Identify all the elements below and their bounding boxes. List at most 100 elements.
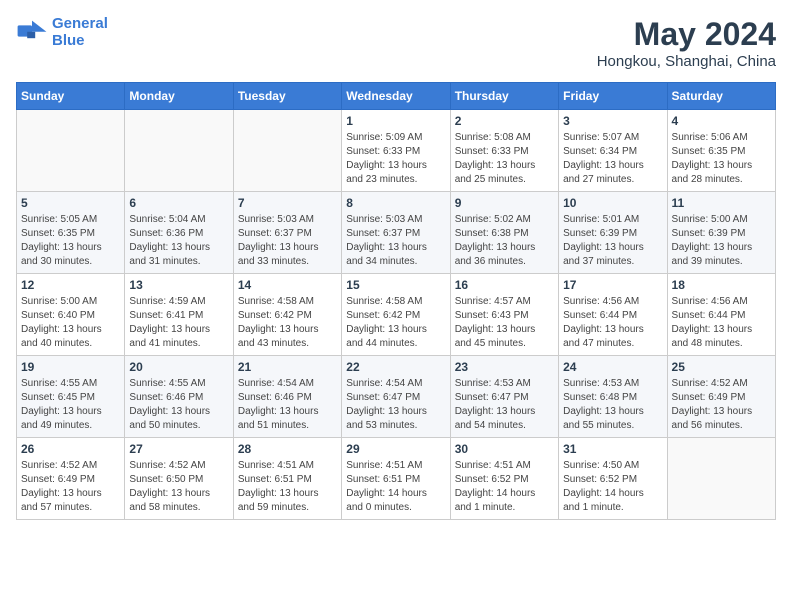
day-number: 28 <box>238 442 337 456</box>
header-friday: Friday <box>559 83 667 110</box>
calendar-cell: 17 Sunrise: 4:56 AM Sunset: 6:44 PM Dayli… <box>559 274 667 356</box>
day-info: Sunrise: 4:51 AM Sunset: 6:51 PM Dayligh… <box>238 459 337 515</box>
day-number: 27 <box>129 442 228 456</box>
day-number: 4 <box>672 114 771 128</box>
day-number: 21 <box>238 360 337 374</box>
day-number: 26 <box>21 442 120 456</box>
day-info: Sunrise: 5:09 AM Sunset: 6:33 PM Dayligh… <box>346 131 445 187</box>
day-info: Sunrise: 5:05 AM Sunset: 6:35 PM Dayligh… <box>21 213 120 269</box>
calendar-cell <box>17 110 125 192</box>
subtitle: Hongkou, Shanghai, China <box>597 53 776 70</box>
main-title: May 2024 <box>597 16 776 53</box>
day-info: Sunrise: 4:53 AM Sunset: 6:47 PM Dayligh… <box>455 377 554 433</box>
calendar-cell: 16 Sunrise: 4:57 AM Sunset: 6:43 PM Dayli… <box>450 274 558 356</box>
logo-text: General Blue <box>52 16 108 49</box>
day-info: Sunrise: 5:03 AM Sunset: 6:37 PM Dayligh… <box>346 213 445 269</box>
calendar-cell: 3 Sunrise: 5:07 AM Sunset: 6:34 PM Daylig… <box>559 110 667 192</box>
day-number: 19 <box>21 360 120 374</box>
day-info: Sunrise: 5:00 AM Sunset: 6:39 PM Dayligh… <box>672 213 771 269</box>
day-info: Sunrise: 4:52 AM Sunset: 6:49 PM Dayligh… <box>21 459 120 515</box>
day-number: 1 <box>346 114 445 128</box>
day-number: 15 <box>346 278 445 292</box>
calendar-cell: 6Sunrise: 5:04 AM Sunset: 6:36 PM Daylig… <box>125 192 233 274</box>
day-number: 31 <box>563 442 662 456</box>
header-monday: Monday <box>125 83 233 110</box>
day-number: 13 <box>129 278 228 292</box>
page-header: General Blue May 2024 Hongkou, Shanghai,… <box>16 16 776 70</box>
day-info: Sunrise: 4:56 AM Sunset: 6:44 PM Dayligh… <box>563 295 662 351</box>
calendar-week-5: 26 Sunrise: 4:52 AM Sunset: 6:49 PM Dayli… <box>17 438 776 520</box>
day-number: 25 <box>672 360 771 374</box>
day-number: 16 <box>455 278 554 292</box>
calendar-cell: 23 Sunrise: 4:53 AM Sunset: 6:47 PM Dayli… <box>450 356 558 438</box>
calendar-cell: 11 Sunrise: 5:00 AM Sunset: 6:39 PM Dayli… <box>667 192 775 274</box>
calendar-cell: 25 Sunrise: 4:52 AM Sunset: 6:49 PM Dayli… <box>667 356 775 438</box>
day-info: Sunrise: 5:07 AM Sunset: 6:34 PM Dayligh… <box>563 131 662 187</box>
header-saturday: Saturday <box>667 83 775 110</box>
day-number: 10 <box>563 196 662 210</box>
logo: General Blue <box>16 16 108 49</box>
day-number: 22 <box>346 360 445 374</box>
day-number: 11 <box>672 196 771 210</box>
calendar-cell: 12 Sunrise: 5:00 AM Sunset: 6:40 PM Dayli… <box>17 274 125 356</box>
calendar-week-4: 19Sunrise: 4:55 AM Sunset: 6:45 PM Dayli… <box>17 356 776 438</box>
day-info: Sunrise: 4:53 AM Sunset: 6:48 PM Dayligh… <box>563 377 662 433</box>
calendar-cell: 22 Sunrise: 4:54 AM Sunset: 6:47 PM Dayli… <box>342 356 450 438</box>
calendar-cell <box>667 438 775 520</box>
logo-icon <box>16 19 48 47</box>
day-info: Sunrise: 4:50 AM Sunset: 6:52 PM Dayligh… <box>563 459 662 515</box>
title-block: May 2024 Hongkou, Shanghai, China <box>597 16 776 70</box>
day-number: 18 <box>672 278 771 292</box>
day-number: 30 <box>455 442 554 456</box>
calendar-cell <box>125 110 233 192</box>
calendar-cell: 26 Sunrise: 4:52 AM Sunset: 6:49 PM Dayli… <box>17 438 125 520</box>
day-number: 23 <box>455 360 554 374</box>
calendar-cell <box>233 110 341 192</box>
calendar-cell: 5 Sunrise: 5:05 AM Sunset: 6:35 PM Daylig… <box>17 192 125 274</box>
day-info: Sunrise: 4:57 AM Sunset: 6:43 PM Dayligh… <box>455 295 554 351</box>
calendar-cell: 1 Sunrise: 5:09 AM Sunset: 6:33 PM Daylig… <box>342 110 450 192</box>
day-info: Sunrise: 5:00 AM Sunset: 6:40 PM Dayligh… <box>21 295 120 351</box>
calendar-cell: 8Sunrise: 5:03 AM Sunset: 6:37 PM Daylig… <box>342 192 450 274</box>
calendar-cell: 19Sunrise: 4:55 AM Sunset: 6:45 PM Dayli… <box>17 356 125 438</box>
day-info: Sunrise: 5:03 AM Sunset: 6:37 PM Dayligh… <box>238 213 337 269</box>
calendar-cell: 18Sunrise: 4:56 AM Sunset: 6:44 PM Dayli… <box>667 274 775 356</box>
calendar-week-1: 1 Sunrise: 5:09 AM Sunset: 6:33 PM Daylig… <box>17 110 776 192</box>
day-info: Sunrise: 4:54 AM Sunset: 6:46 PM Dayligh… <box>238 377 337 433</box>
calendar-cell: 28 Sunrise: 4:51 AM Sunset: 6:51 PM Dayli… <box>233 438 341 520</box>
calendar-cell: 4 Sunrise: 5:06 AM Sunset: 6:35 PM Daylig… <box>667 110 775 192</box>
header-thursday: Thursday <box>450 83 558 110</box>
calendar-cell: 27Sunrise: 4:52 AM Sunset: 6:50 PM Dayli… <box>125 438 233 520</box>
day-number: 29 <box>346 442 445 456</box>
header-wednesday: Wednesday <box>342 83 450 110</box>
day-info: Sunrise: 4:54 AM Sunset: 6:47 PM Dayligh… <box>346 377 445 433</box>
day-number: 20 <box>129 360 228 374</box>
calendar-cell: 15Sunrise: 4:58 AM Sunset: 6:42 PM Dayli… <box>342 274 450 356</box>
day-number: 12 <box>21 278 120 292</box>
calendar-cell: 2 Sunrise: 5:08 AM Sunset: 6:33 PM Daylig… <box>450 110 558 192</box>
day-info: Sunrise: 5:04 AM Sunset: 6:36 PM Dayligh… <box>129 213 228 269</box>
calendar-header-row: Sunday Monday Tuesday Wednesday Thursday… <box>17 83 776 110</box>
day-info: Sunrise: 4:58 AM Sunset: 6:42 PM Dayligh… <box>238 295 337 351</box>
calendar-cell: 10Sunrise: 5:01 AM Sunset: 6:39 PM Dayli… <box>559 192 667 274</box>
day-info: Sunrise: 4:52 AM Sunset: 6:49 PM Dayligh… <box>672 377 771 433</box>
day-number: 9 <box>455 196 554 210</box>
day-info: Sunrise: 5:06 AM Sunset: 6:35 PM Dayligh… <box>672 131 771 187</box>
day-number: 5 <box>21 196 120 210</box>
calendar-cell: 29Sunrise: 4:51 AM Sunset: 6:51 PM Dayli… <box>342 438 450 520</box>
calendar-cell: 13 Sunrise: 4:59 AM Sunset: 6:41 PM Dayli… <box>125 274 233 356</box>
day-number: 17 <box>563 278 662 292</box>
logo-line2: Blue <box>52 32 85 49</box>
day-info: Sunrise: 5:02 AM Sunset: 6:38 PM Dayligh… <box>455 213 554 269</box>
day-number: 14 <box>238 278 337 292</box>
day-number: 3 <box>563 114 662 128</box>
logo-line1: General <box>52 15 108 32</box>
calendar-cell: 21 Sunrise: 4:54 AM Sunset: 6:46 PM Dayli… <box>233 356 341 438</box>
day-number: 24 <box>563 360 662 374</box>
day-info: Sunrise: 4:59 AM Sunset: 6:41 PM Dayligh… <box>129 295 228 351</box>
calendar-cell: 30Sunrise: 4:51 AM Sunset: 6:52 PM Dayli… <box>450 438 558 520</box>
day-number: 2 <box>455 114 554 128</box>
calendar-table: Sunday Monday Tuesday Wednesday Thursday… <box>16 82 776 520</box>
calendar-cell: 7Sunrise: 5:03 AM Sunset: 6:37 PM Daylig… <box>233 192 341 274</box>
day-info: Sunrise: 5:08 AM Sunset: 6:33 PM Dayligh… <box>455 131 554 187</box>
